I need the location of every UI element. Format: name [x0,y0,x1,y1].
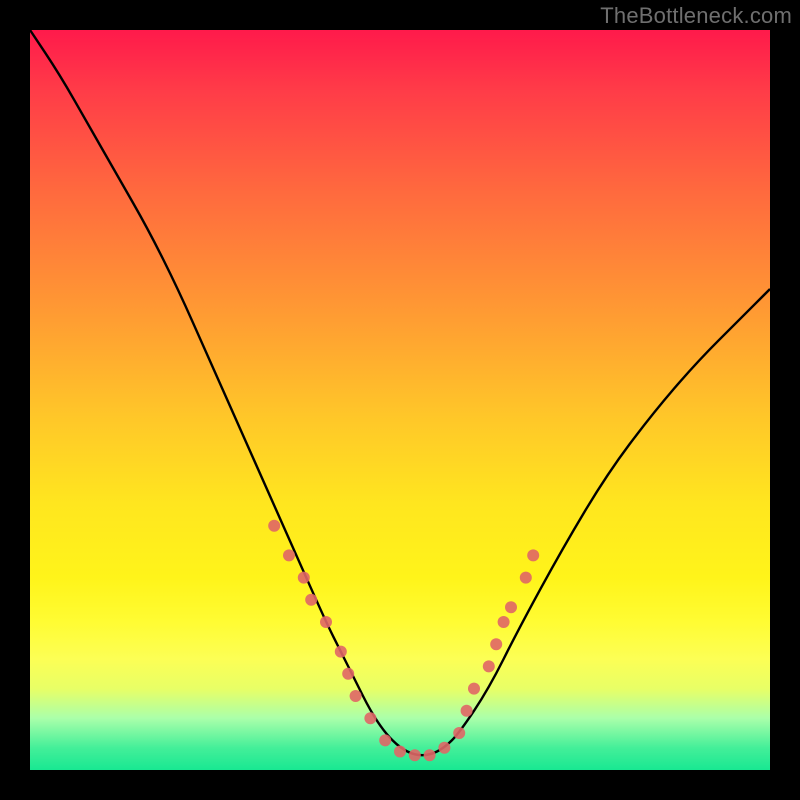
curve-marker [364,712,376,724]
curve-marker [483,660,495,672]
curve-marker [424,749,436,761]
watermark-text: TheBottleneck.com [600,3,792,29]
curve-marker [342,668,354,680]
curve-marker [320,616,332,628]
curve-marker [350,690,362,702]
curve-marker [283,549,295,561]
curve-marker [490,638,502,650]
chart-frame: TheBottleneck.com [0,0,800,800]
bottleneck-curve [30,30,770,755]
curve-marker [527,549,539,561]
curve-marker [468,683,480,695]
curve-marker [394,746,406,758]
curve-marker [409,749,421,761]
curve-marker [453,727,465,739]
curve-marker [498,616,510,628]
curve-layer [30,30,770,770]
curve-marker [335,646,347,658]
curve-marker [298,572,310,584]
curve-marker [268,520,280,532]
curve-marker [305,594,317,606]
plot-area [30,30,770,770]
curve-marker [379,734,391,746]
curve-marker [505,601,517,613]
curve-marker [438,742,450,754]
marker-group [268,520,539,761]
curve-marker [461,705,473,717]
curve-marker [520,572,532,584]
